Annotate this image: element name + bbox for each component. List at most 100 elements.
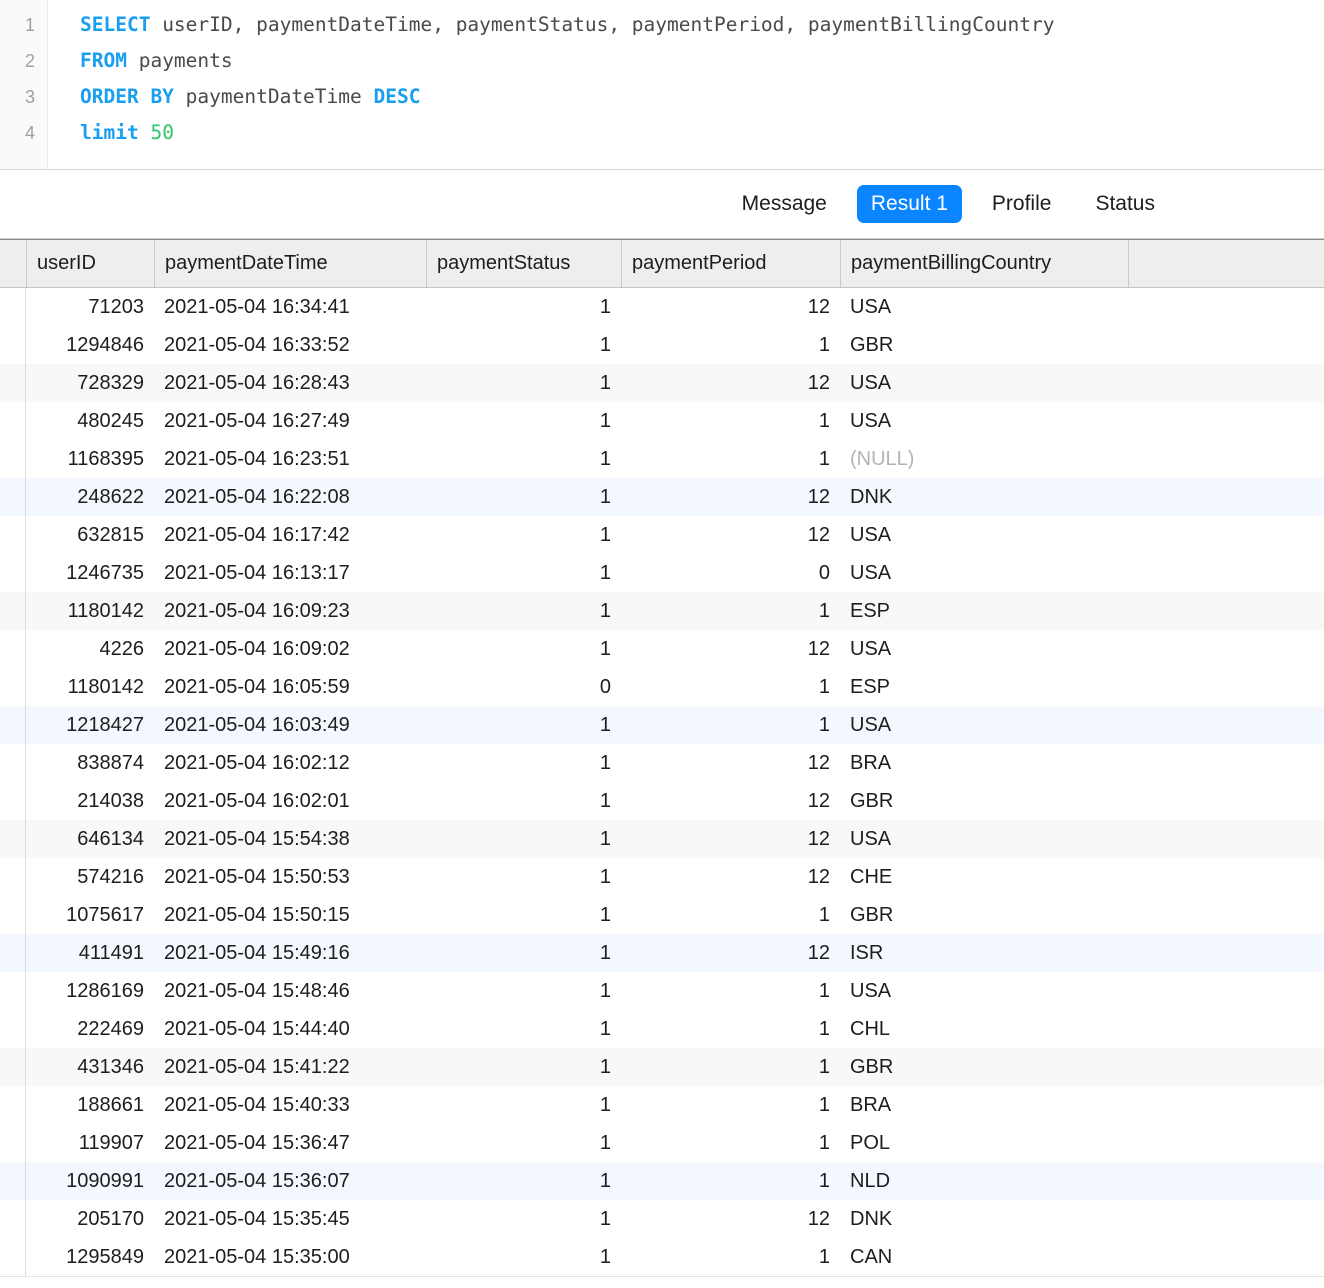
- cell-paymentBillingCountry[interactable]: USA: [840, 554, 1128, 592]
- code-line-text[interactable]: FROM payments: [48, 43, 233, 79]
- table-row[interactable]: 188661 2021-05-04 15:40:33 1 1 BRA: [0, 1086, 1324, 1124]
- cell-paymentBillingCountry[interactable]: POL: [840, 1124, 1128, 1162]
- cell-paymentBillingCountry[interactable]: ESP: [840, 592, 1128, 630]
- table-row[interactable]: 411491 2021-05-04 15:49:16 1 12 ISR: [0, 934, 1324, 972]
- cell-paymentPeriod[interactable]: 1: [621, 1010, 840, 1048]
- cell-paymentStatus[interactable]: 1: [426, 1086, 621, 1124]
- table-row[interactable]: 1090991 2021-05-04 15:36:07 1 1 NLD: [0, 1162, 1324, 1200]
- column-header-paymentBillingCountry[interactable]: paymentBillingCountry: [840, 240, 1128, 287]
- cell-paymentDateTime[interactable]: 2021-05-04 16:28:43: [154, 364, 426, 402]
- cell-paymentStatus[interactable]: 1: [426, 364, 621, 402]
- cell-paymentDateTime[interactable]: 2021-05-04 16:33:52: [154, 326, 426, 364]
- sql-editor[interactable]: 1 SELECT userID, paymentDateTime, payment…: [0, 0, 1324, 170]
- cell-paymentStatus[interactable]: 1: [426, 478, 621, 516]
- cell-paymentStatus[interactable]: 1: [426, 858, 621, 896]
- column-header-paymentDateTime[interactable]: paymentDateTime: [154, 240, 426, 287]
- table-row[interactable]: 1294846 2021-05-04 16:33:52 1 1 GBR: [0, 326, 1324, 364]
- cell-paymentBillingCountry[interactable]: USA: [840, 706, 1128, 744]
- cell-paymentPeriod[interactable]: 12: [621, 478, 840, 516]
- cell-paymentPeriod[interactable]: 12: [621, 820, 840, 858]
- table-row[interactable]: 248622 2021-05-04 16:22:08 1 12 DNK: [0, 478, 1324, 516]
- result-grid-body[interactable]: 71203 2021-05-04 16:34:41 1 12 USA 1294846 202…: [0, 288, 1324, 1276]
- code-line-text[interactable]: ORDER BY paymentDateTime DESC: [48, 79, 420, 115]
- cell-paymentPeriod[interactable]: 1: [621, 1238, 840, 1276]
- cell-paymentStatus[interactable]: 1: [426, 820, 621, 858]
- table-row[interactable]: 646134 2021-05-04 15:54:38 1 12 USA: [0, 820, 1324, 858]
- cell-userID[interactable]: 222469: [26, 1010, 154, 1048]
- cell-paymentStatus[interactable]: 1: [426, 706, 621, 744]
- cell-paymentBillingCountry[interactable]: USA: [840, 364, 1128, 402]
- cell-userID[interactable]: 480245: [26, 402, 154, 440]
- table-row[interactable]: 1075617 2021-05-04 15:50:15 1 1 GBR: [0, 896, 1324, 934]
- cell-paymentPeriod[interactable]: 12: [621, 364, 840, 402]
- table-row[interactable]: 1168395 2021-05-04 16:23:51 1 1 (NULL): [0, 440, 1324, 478]
- cell-paymentStatus[interactable]: 1: [426, 1010, 621, 1048]
- cell-paymentDateTime[interactable]: 2021-05-04 16:03:49: [154, 706, 426, 744]
- cell-userID[interactable]: 214038: [26, 782, 154, 820]
- cell-userID[interactable]: 1218427: [26, 706, 154, 744]
- table-row[interactable]: 838874 2021-05-04 16:02:12 1 12 BRA: [0, 744, 1324, 782]
- cell-paymentBillingCountry[interactable]: DNK: [840, 1200, 1128, 1238]
- cell-paymentBillingCountry[interactable]: GBR: [840, 1048, 1128, 1086]
- cell-userID[interactable]: 4226: [26, 630, 154, 668]
- table-row[interactable]: 574216 2021-05-04 15:50:53 1 12 CHE: [0, 858, 1324, 896]
- table-row[interactable]: 1286169 2021-05-04 15:48:46 1 1 USA: [0, 972, 1324, 1010]
- column-header-userID[interactable]: userID: [26, 240, 154, 287]
- cell-userID[interactable]: 248622: [26, 478, 154, 516]
- cell-paymentStatus[interactable]: 1: [426, 402, 621, 440]
- cell-paymentDateTime[interactable]: 2021-05-04 16:02:01: [154, 782, 426, 820]
- cell-paymentDateTime[interactable]: 2021-05-04 16:34:41: [154, 288, 426, 326]
- cell-paymentStatus[interactable]: 1: [426, 782, 621, 820]
- cell-paymentDateTime[interactable]: 2021-05-04 16:09:02: [154, 630, 426, 668]
- cell-userID[interactable]: 119907: [26, 1124, 154, 1162]
- cell-paymentStatus[interactable]: 1: [426, 1200, 621, 1238]
- cell-userID[interactable]: 411491: [26, 934, 154, 972]
- tab-profile[interactable]: Profile: [978, 185, 1066, 223]
- cell-paymentDateTime[interactable]: 2021-05-04 16:02:12: [154, 744, 426, 782]
- cell-userID[interactable]: 1286169: [26, 972, 154, 1010]
- cell-paymentBillingCountry[interactable]: CHE: [840, 858, 1128, 896]
- cell-userID[interactable]: 431346: [26, 1048, 154, 1086]
- cell-paymentPeriod[interactable]: 12: [621, 1200, 840, 1238]
- table-row[interactable]: 214038 2021-05-04 16:02:01 1 12 GBR: [0, 782, 1324, 820]
- cell-paymentBillingCountry[interactable]: USA: [840, 630, 1128, 668]
- cell-paymentDateTime[interactable]: 2021-05-04 16:23:51: [154, 440, 426, 478]
- cell-paymentPeriod[interactable]: 1: [621, 1124, 840, 1162]
- cell-paymentBillingCountry[interactable]: NLD: [840, 1162, 1128, 1200]
- cell-paymentDateTime[interactable]: 2021-05-04 15:49:16: [154, 934, 426, 972]
- table-row[interactable]: 1218427 2021-05-04 16:03:49 1 1 USA: [0, 706, 1324, 744]
- cell-paymentStatus[interactable]: 1: [426, 1048, 621, 1086]
- cell-paymentDateTime[interactable]: 2021-05-04 15:35:45: [154, 1200, 426, 1238]
- cell-paymentStatus[interactable]: 1: [426, 554, 621, 592]
- cell-paymentDateTime[interactable]: 2021-05-04 16:27:49: [154, 402, 426, 440]
- cell-paymentPeriod[interactable]: 12: [621, 630, 840, 668]
- cell-paymentDateTime[interactable]: 2021-05-04 16:17:42: [154, 516, 426, 554]
- tab-message[interactable]: Message: [728, 185, 841, 223]
- cell-paymentBillingCountry[interactable]: BRA: [840, 1086, 1128, 1124]
- cell-paymentStatus[interactable]: 1: [426, 1162, 621, 1200]
- cell-userID[interactable]: 838874: [26, 744, 154, 782]
- cell-paymentStatus[interactable]: 1: [426, 326, 621, 364]
- table-row[interactable]: 728329 2021-05-04 16:28:43 1 12 USA: [0, 364, 1324, 402]
- tab-result-1[interactable]: Result 1: [856, 185, 962, 223]
- cell-paymentBillingCountry[interactable]: USA: [840, 402, 1128, 440]
- cell-paymentPeriod[interactable]: 12: [621, 288, 840, 326]
- cell-paymentPeriod[interactable]: 1: [621, 972, 840, 1010]
- table-row[interactable]: 480245 2021-05-04 16:27:49 1 1 USA: [0, 402, 1324, 440]
- cell-paymentStatus[interactable]: 1: [426, 516, 621, 554]
- cell-paymentPeriod[interactable]: 1: [621, 668, 840, 706]
- cell-paymentBillingCountry[interactable]: GBR: [840, 326, 1128, 364]
- cell-paymentStatus[interactable]: 1: [426, 592, 621, 630]
- cell-paymentPeriod[interactable]: 1: [621, 592, 840, 630]
- cell-paymentPeriod[interactable]: 1: [621, 706, 840, 744]
- cell-userID[interactable]: 71203: [26, 288, 154, 326]
- cell-paymentPeriod[interactable]: 12: [621, 934, 840, 972]
- cell-paymentPeriod[interactable]: 12: [621, 782, 840, 820]
- cell-paymentStatus[interactable]: 1: [426, 288, 621, 326]
- cell-paymentStatus[interactable]: 1: [426, 440, 621, 478]
- cell-paymentBillingCountry[interactable]: CAN: [840, 1238, 1128, 1276]
- cell-userID[interactable]: 1180142: [26, 668, 154, 706]
- code-line-text[interactable]: limit 50: [48, 115, 174, 151]
- cell-paymentPeriod[interactable]: 0: [621, 554, 840, 592]
- table-row[interactable]: 1295849 2021-05-04 15:35:00 1 1 CAN: [0, 1238, 1324, 1276]
